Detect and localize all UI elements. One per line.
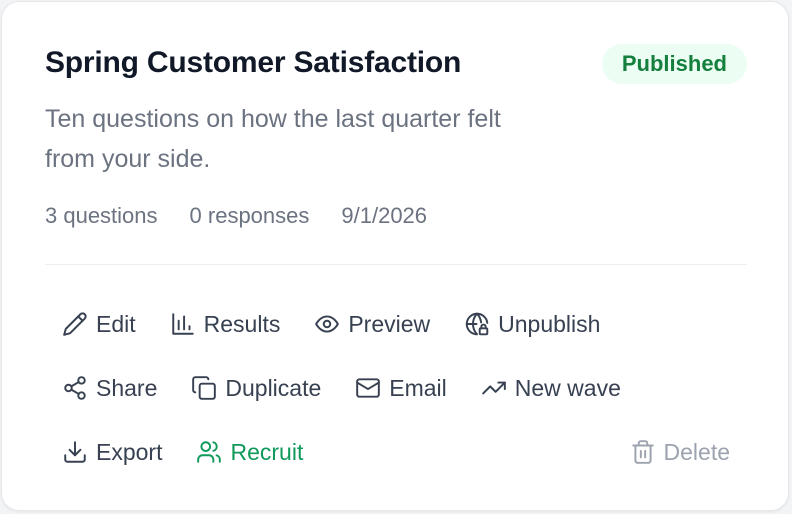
download-icon (64, 441, 86, 463)
trash-icon (631, 440, 654, 464)
trending-up-icon (481, 381, 506, 395)
survey-meta: 3 questions 0 responses 9/1/2026 (45, 201, 427, 231)
divider (45, 264, 747, 265)
action-row-1: Edit Results Preview Unpublish (45, 292, 747, 356)
survey-card: Spring Customer Satisfaction Published T… (1, 1, 789, 511)
mail-icon (356, 378, 381, 398)
share-button[interactable]: Share (45, 365, 174, 411)
export-button[interactable]: Export (45, 429, 179, 475)
response-count: 0 responses (189, 203, 310, 228)
question-count: 3 questions (45, 203, 158, 228)
eye-icon (315, 315, 340, 333)
email-button[interactable]: Email (338, 365, 464, 411)
copy-icon (192, 376, 217, 400)
survey-date: 9/1/2026 (341, 203, 428, 228)
edit-button[interactable]: Edit (45, 301, 153, 347)
delete-label: Delete (663, 439, 730, 465)
new-wave-button[interactable]: New wave (464, 365, 638, 411)
email-label: Email (389, 375, 447, 401)
unpublish-label: Unpublish (498, 311, 601, 337)
survey-title: Spring Customer Satisfaction (45, 46, 462, 79)
status-badge: Published (601, 44, 747, 84)
action-grid: Edit Results Preview Unpublish Share Dup… (45, 292, 747, 484)
action-row-2: Share Duplicate Email New wave (45, 356, 747, 420)
recruit-button[interactable]: Recruit (179, 429, 320, 475)
card-header: Spring Customer Satisfaction Published (45, 44, 747, 88)
users-icon (197, 441, 222, 463)
duplicate-button[interactable]: Duplicate (174, 365, 338, 411)
action-row-3: Export Recruit Delete (45, 420, 747, 484)
pencil-icon (63, 312, 87, 336)
results-label: Results (203, 311, 281, 337)
survey-description: Ten questions on how the last quarter fe… (45, 105, 501, 173)
share-icon (64, 376, 86, 400)
export-label: Export (96, 439, 163, 465)
preview-label: Preview (348, 311, 431, 337)
edit-label: Edit (96, 311, 136, 337)
bar-chart-icon (171, 313, 194, 335)
recruit-label: Recruit (230, 439, 304, 465)
duplicate-label: Duplicate (225, 375, 322, 401)
share-label: Share (96, 375, 158, 401)
results-button[interactable]: Results (153, 301, 298, 347)
delete-button[interactable]: Delete (613, 429, 747, 475)
new-wave-label: New wave (514, 375, 621, 401)
unpublish-button[interactable]: Unpublish (447, 301, 617, 347)
preview-button[interactable]: Preview (297, 301, 447, 347)
globe-lock-icon (465, 312, 489, 336)
